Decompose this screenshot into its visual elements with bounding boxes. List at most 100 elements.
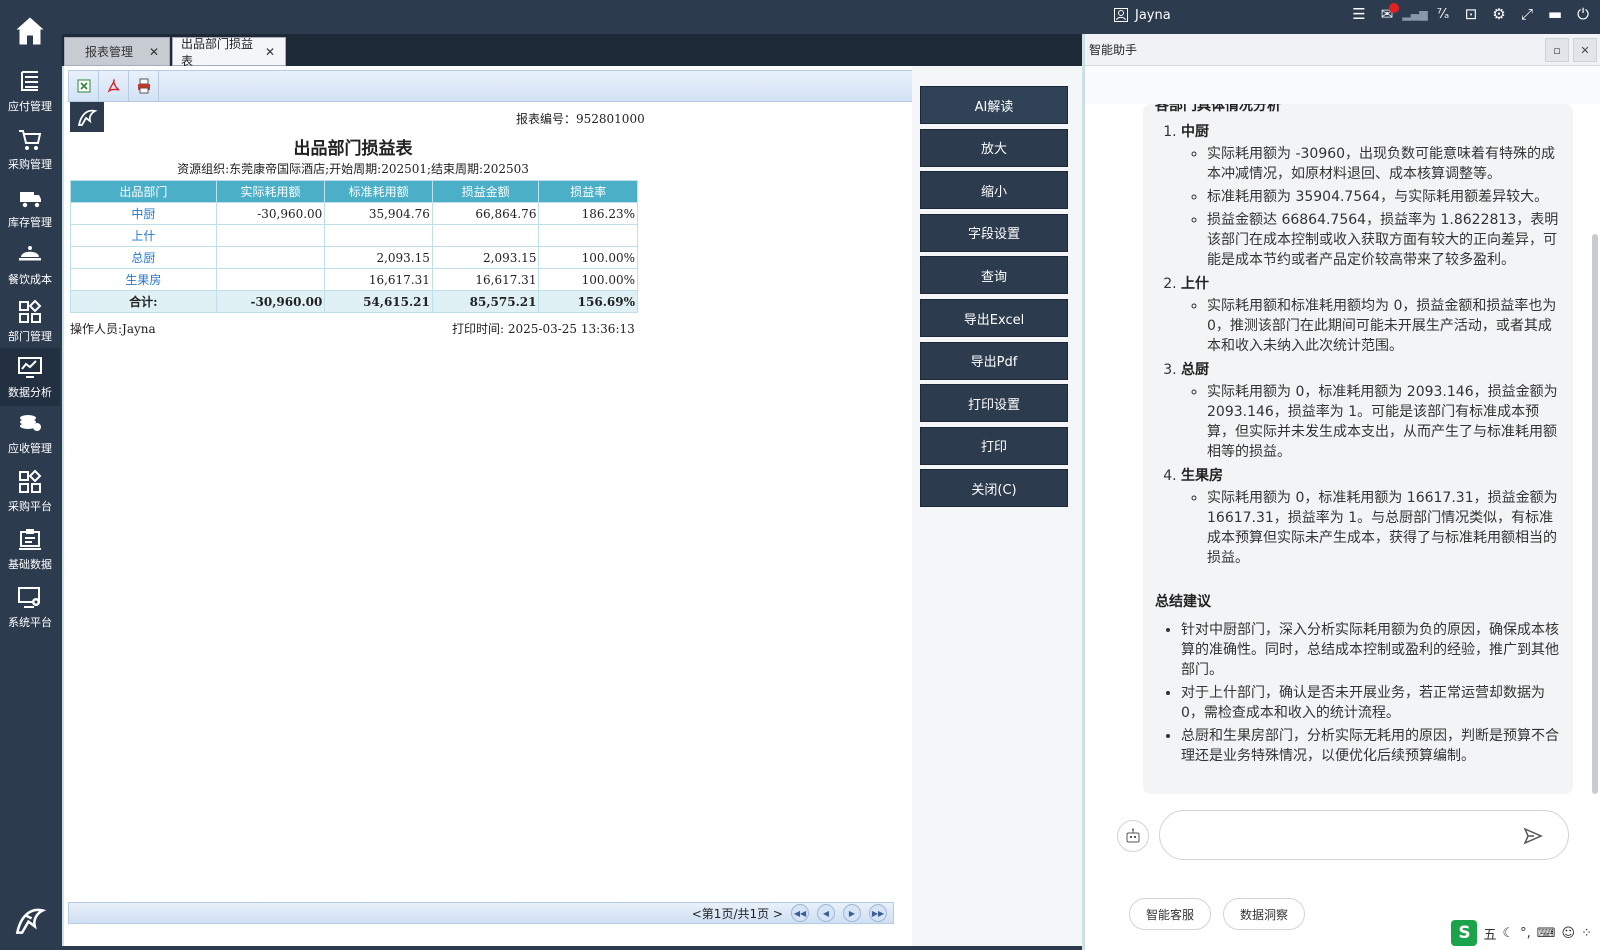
print-tool[interactable] [129, 71, 159, 101]
sidebar-item-cart[interactable]: 采购管理 [0, 120, 60, 178]
dept-link[interactable]: 中厨 [70, 202, 217, 225]
sidebar-item-coins[interactable]: 应收管理 [0, 404, 60, 462]
brand-logo-button[interactable] [0, 890, 60, 950]
report-title: 出品部门损益表 [293, 139, 413, 159]
home-icon [16, 17, 44, 45]
sidebar-item-chart[interactable]: 数据分析 [0, 348, 60, 406]
sidebar-item-payable[interactable]: 应付管理 [0, 62, 60, 120]
tab-report-management[interactable]: 报表管理 ✕ [64, 37, 170, 66]
zoom-in-button[interactable]: 放大 [920, 128, 1068, 167]
sidebar: 应付管理 采购管理库存管理餐饮成本 部门管理 数据分析应收管理采购平台基础数据系统平台 [0, 0, 60, 950]
quick-data-insight[interactable]: 数据洞察 [1223, 898, 1306, 930]
col-header: 损益率 [538, 180, 638, 203]
user-ime-icon[interactable]: ☺ [1562, 926, 1576, 941]
sidebar-item-settings-monitor[interactable]: 系统平台 [0, 578, 60, 636]
message-icon[interactable]: ✉ [1378, 3, 1399, 23]
printer-icon [137, 78, 150, 94]
analysis-point: 标准耗用额为 35904.7564，与实际耗用额差异较大。 [1207, 187, 1563, 207]
export-pdf-button[interactable]: 导出Pdf [920, 341, 1068, 380]
maximize-icon[interactable]: ⤢ [1518, 5, 1536, 23]
moon-icon[interactable]: ☾ [1502, 926, 1514, 941]
sidebar-item-label: 应收管理 [8, 442, 52, 455]
cell-profit: 16,617.31 [431, 268, 540, 291]
sidebar-item-platform[interactable]: 采购平台 [0, 462, 60, 520]
last-page-button[interactable]: ▶▶ [869, 904, 887, 922]
quick-actions: 智能客服 数据洞察 [1129, 898, 1306, 930]
restore-icon[interactable]: ▫ [1545, 38, 1569, 62]
print-button[interactable]: 打印 [920, 426, 1068, 465]
cell-standard: 2,093.15 [324, 246, 433, 269]
export-pdf-tool[interactable] [99, 71, 129, 101]
query-button[interactable]: 查询 [920, 256, 1068, 295]
report-subtitle: 资源组织:东莞康帝国际酒店;开始周期:202501;结束周期:202503 [177, 162, 529, 176]
ai-toggle-icon[interactable]: ⁷⁄ₐ [1434, 5, 1452, 23]
summary-list: 针对中厨部门，深入分析实际耗用额为负的原因，确保成本核算的准确性。同时，总结成本… [1155, 620, 1563, 766]
top-bar: Jayna ☰ ✉ ▂▄▆ ⁷⁄ₐ ⊡ ⚙ ⤢ ▬ ⏻ [60, 0, 1600, 34]
coins-icon [20, 415, 41, 431]
sidebar-item-truck[interactable]: 库存管理 [0, 178, 60, 236]
dept-name: 上什 [1181, 276, 1209, 292]
cell-rate: 186.23% [538, 202, 638, 225]
chat-input[interactable] [1159, 810, 1569, 860]
sidebar-item-cost[interactable]: 餐饮成本 [0, 235, 60, 293]
cell-standard: 35,904.76 [324, 202, 433, 225]
tab-dept-profit-report[interactable]: 出品部门损益表 ✕ [172, 36, 286, 68]
ai-interpret-button[interactable]: AI解读 [920, 86, 1068, 124]
gear-icon[interactable]: ⚙ [1490, 5, 1508, 23]
col-header: 出品部门 [70, 180, 217, 203]
first-page-button[interactable]: ◀◀ [791, 904, 809, 922]
cell-rate: 100.00% [538, 268, 638, 291]
dept-link[interactable]: 上什 [70, 224, 217, 247]
cell-actual [215, 268, 326, 291]
close-icon[interactable]: ✕ [149, 45, 159, 59]
page-indicator: <第1页/共1页 > [691, 906, 783, 921]
export-excel-tool[interactable] [69, 71, 99, 101]
quick-customer-service[interactable]: 智能客服 [1129, 898, 1212, 930]
sidebar-item-clipboard[interactable]: 基础数据 [0, 520, 60, 578]
apps-icon[interactable]: ⁘ [1581, 926, 1592, 941]
analysis-point: 实际耗用额为 0，标准耗用额为 16617.31，损益金额为 16617.31，… [1207, 488, 1563, 568]
sidebar-item-label: 基础数据 [8, 558, 52, 571]
sogou-ime-icon[interactable]: S [1451, 920, 1478, 946]
cell-rate: 100.00% [538, 246, 638, 269]
menu-icon[interactable]: ☰ [1350, 5, 1368, 23]
print-settings-button[interactable]: 打印设置 [920, 384, 1068, 423]
export-excel-button[interactable]: 导出Excel [920, 299, 1068, 337]
power-icon[interactable]: ⏻ [1574, 5, 1592, 23]
lock-box-icon[interactable]: ⊡ [1462, 5, 1480, 23]
tab-label: 出品部门损益表 [181, 36, 254, 68]
prev-page-button[interactable]: ◀ [817, 904, 835, 922]
close-icon[interactable]: ✕ [265, 45, 275, 59]
scrollbar[interactable] [1592, 104, 1598, 844]
field-settings-button[interactable]: 字段设置 [920, 213, 1068, 252]
scrollbar-thumb[interactable] [1592, 234, 1598, 794]
robot-button[interactable] [1117, 820, 1149, 852]
sidebar-item-label: 库存管理 [8, 216, 52, 229]
send-icon [1523, 827, 1543, 845]
close-button[interactable]: 关闭(C) [920, 469, 1068, 508]
analysis-heading: 各部门具体情况分析 [1155, 104, 1281, 114]
send-button[interactable] [1521, 824, 1545, 848]
top-icons: ☰ ✉ ▂▄▆ ⁷⁄ₐ ⊡ ⚙ ⤢ ▬ ⏻ [1350, 3, 1592, 23]
grid-icon [19, 299, 42, 323]
platform-icon [19, 469, 42, 493]
cell-rate [538, 224, 638, 247]
dept-name: 中厨 [1181, 124, 1209, 140]
ime-punctuation[interactable]: °, [1520, 926, 1531, 941]
keyboard-icon[interactable]: ⌨ [1537, 926, 1556, 941]
zoom-out-button[interactable]: 缩小 [920, 171, 1068, 210]
dept-link[interactable]: 总厨 [70, 246, 217, 269]
home-button[interactable] [0, 0, 60, 62]
summary-point: 对于上什部门，确认是否未开展业务，若正常运营却数据为 0，需检查成本和收入的统计… [1181, 683, 1563, 723]
user-menu[interactable]: Jayna [1113, 7, 1171, 23]
sidebar-item-grid[interactable]: 部门管理 [0, 292, 60, 350]
minimize-icon[interactable]: ▬ [1546, 5, 1564, 23]
dept-link[interactable]: 生果房 [70, 268, 217, 291]
tab-strip: 报表管理 ✕ 出品部门损益表 ✕ [62, 34, 1082, 68]
operator-label: 操作人员:Jayna [70, 322, 156, 336]
assistant-header: 智能助手 ▫ ✕ [1085, 34, 1600, 66]
ime-mode[interactable]: 五 [1483, 924, 1496, 943]
next-page-button[interactable]: ▶ [843, 904, 861, 922]
close-icon[interactable]: ✕ [1573, 38, 1597, 62]
truck-icon [20, 192, 41, 208]
